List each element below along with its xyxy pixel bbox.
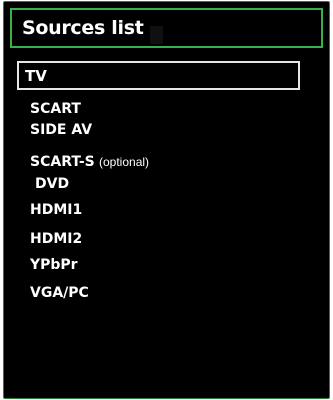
source-item-side-av[interactable]: SIDE AV (30, 122, 92, 138)
sources-list-dialog: Sources list TV SCART SIDE AV SCART-S (o… (3, 1, 330, 399)
source-item-hdmi2[interactable]: HDMI2 (30, 231, 82, 247)
source-item-tv-selected[interactable]: TV (17, 61, 300, 90)
dialog-title: Sources list (22, 17, 144, 39)
dialog-title-bar: Sources list (10, 8, 323, 48)
source-item-scart[interactable]: SCART (30, 101, 81, 117)
source-item-hdmi1[interactable]: HDMI1 (30, 202, 82, 218)
source-item-label: TV (25, 67, 47, 85)
source-item-vga-pc[interactable]: VGA/PC (30, 285, 89, 301)
source-item-dvd[interactable]: DVD (35, 176, 69, 192)
optional-note: (optional) (99, 155, 150, 169)
source-item-ypbpr[interactable]: YPbPr (30, 257, 78, 273)
source-item-scart-s[interactable]: SCART-S (30, 154, 95, 170)
title-decoration (150, 26, 163, 44)
